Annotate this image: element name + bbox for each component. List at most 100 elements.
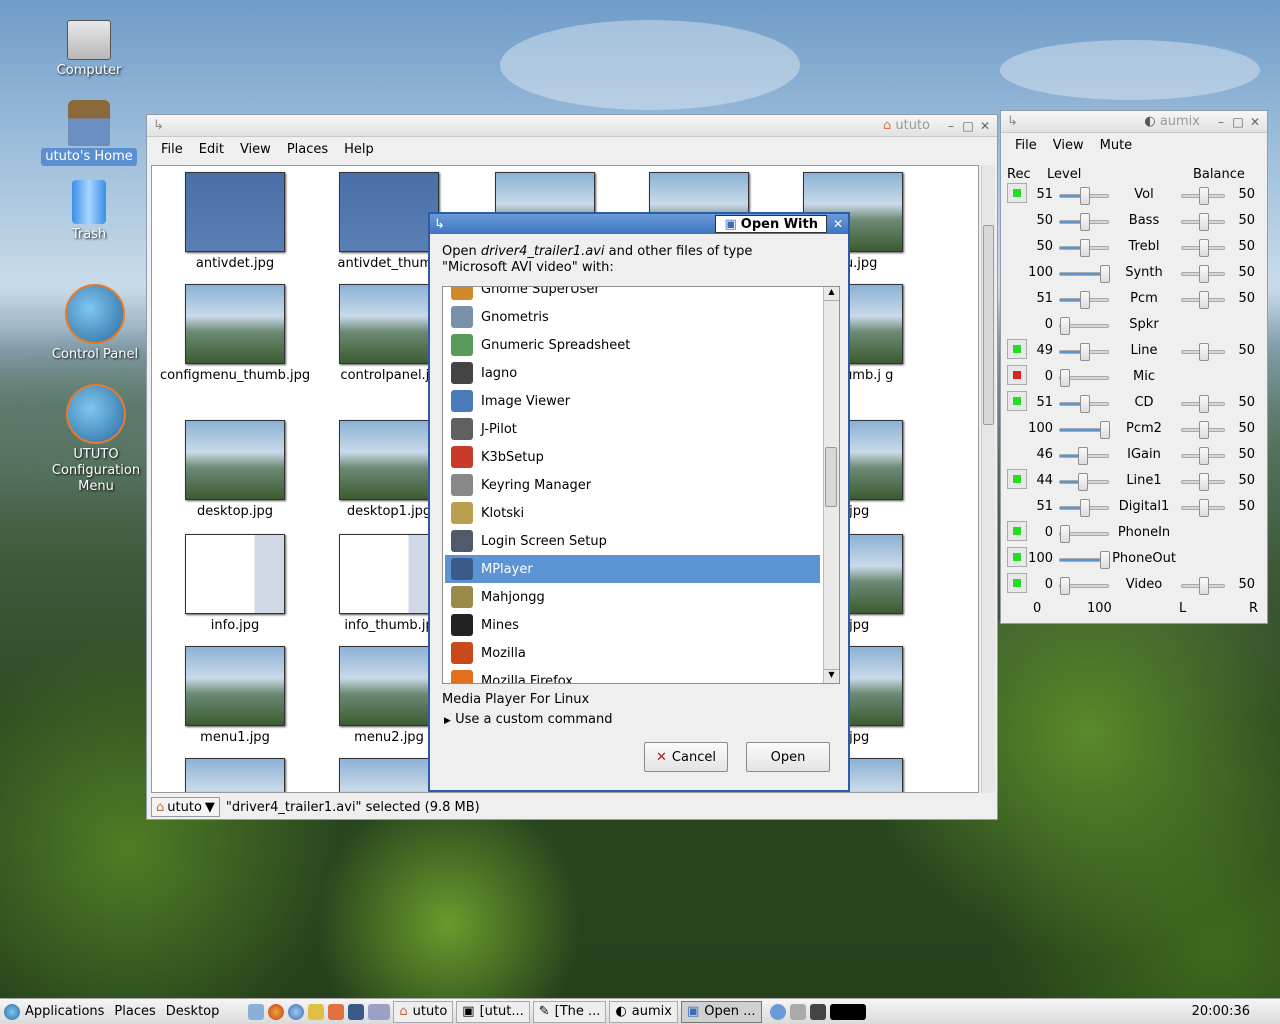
balance-slider[interactable] xyxy=(1181,447,1225,465)
balance-slider[interactable] xyxy=(1181,265,1225,283)
app-list-item[interactable]: Login Screen Setup xyxy=(445,527,820,555)
level-slider[interactable] xyxy=(1059,239,1109,257)
maximize-icon[interactable]: □ xyxy=(962,120,974,132)
window-menu-icon[interactable]: ↳ xyxy=(1007,114,1018,129)
home-icon[interactable] xyxy=(328,1003,345,1020)
desktop-icon-computer[interactable]: Computer xyxy=(34,20,144,80)
web-browser-icon[interactable] xyxy=(288,1003,305,1020)
level-slider[interactable] xyxy=(1059,213,1109,231)
app-list-item[interactable]: Mines xyxy=(445,611,820,639)
maximize-icon[interactable]: □ xyxy=(1232,116,1244,128)
desktop-icon-ututo-config[interactable]: UTUTO Configuration Menu xyxy=(40,384,152,496)
balance-slider[interactable] xyxy=(1181,213,1225,231)
file-item[interactable]: menu1.jpg xyxy=(160,646,310,746)
menu-help[interactable]: Help xyxy=(336,142,382,157)
file-item[interactable]: desktop.jpg xyxy=(160,420,310,520)
app-list-item[interactable]: Klotski xyxy=(445,499,820,527)
scroll-up-icon[interactable]: ▲ xyxy=(824,287,839,301)
close-icon[interactable]: ✕ xyxy=(979,120,991,132)
minimize-icon[interactable]: – xyxy=(1215,116,1227,128)
desktop-icon-trash[interactable]: Trash xyxy=(34,180,144,244)
location-button[interactable]: ⌂ ututo ▼ xyxy=(151,797,220,817)
close-icon[interactable]: ✕ xyxy=(832,218,844,230)
app-list-item[interactable]: Mahjongg xyxy=(445,583,820,611)
level-slider[interactable] xyxy=(1059,395,1109,413)
menu-edit[interactable]: Edit xyxy=(191,142,232,157)
level-slider[interactable] xyxy=(1059,265,1110,283)
task-editor[interactable]: ✎ [The ... xyxy=(532,1000,607,1023)
scrollbar-thumb[interactable] xyxy=(983,225,994,425)
scroll-down-icon[interactable]: ▼ xyxy=(824,669,839,683)
app-list-item[interactable]: Mozilla Firefox xyxy=(445,667,820,683)
balance-slider[interactable] xyxy=(1181,343,1225,361)
system-monitor-icon[interactable] xyxy=(829,1003,866,1020)
monitor-icon[interactable] xyxy=(809,1003,826,1020)
desktop-icon-home[interactable]: ututo's Home xyxy=(34,100,144,166)
level-slider[interactable] xyxy=(1059,525,1109,543)
clock[interactable]: 20:00:36 xyxy=(1192,1004,1250,1019)
scrollbar-thumb[interactable] xyxy=(825,447,837,507)
app-list-item[interactable]: Keyring Manager xyxy=(445,471,820,499)
level-slider[interactable] xyxy=(1059,187,1109,205)
desktop-icon-control-panel[interactable]: Control Panel xyxy=(40,284,150,364)
app-list-item[interactable]: Gnumeric Spreadsheet xyxy=(445,331,820,359)
file-item[interactable] xyxy=(160,758,310,792)
app-list-item[interactable]: Iagno xyxy=(445,359,820,387)
level-slider[interactable] xyxy=(1059,291,1109,309)
menu-view[interactable]: View xyxy=(232,142,279,157)
menu-places[interactable]: Places xyxy=(279,142,336,157)
menu-applications[interactable]: Applications xyxy=(20,1004,109,1019)
list-scrollbar[interactable]: ▲ ▼ xyxy=(823,287,839,683)
vertical-scrollbar[interactable] xyxy=(981,165,995,793)
balance-slider[interactable] xyxy=(1181,421,1225,439)
app-list-item[interactable]: MPlayer xyxy=(445,555,820,583)
menu-places[interactable]: Places xyxy=(109,1004,160,1019)
workspace-switcher-icon[interactable] xyxy=(368,1003,391,1020)
menu-desktop[interactable]: Desktop xyxy=(161,1004,225,1019)
balance-slider[interactable] xyxy=(1181,395,1225,413)
window-menu-icon[interactable]: ↳ xyxy=(434,217,445,232)
task-terminal[interactable]: ▣ [utut... xyxy=(456,1000,530,1023)
level-slider[interactable] xyxy=(1059,369,1109,387)
launcher-icon[interactable] xyxy=(248,1003,265,1020)
level-slider[interactable] xyxy=(1059,499,1109,517)
file-item[interactable]: configmenu_thumb.jpg xyxy=(160,284,310,384)
file-manager-titlebar[interactable]: ↳ ⌂ ututo – □ ✕ xyxy=(147,115,997,137)
terminal-icon[interactable] xyxy=(348,1003,365,1020)
menu-file[interactable]: File xyxy=(153,142,191,157)
search-icon[interactable] xyxy=(308,1003,325,1020)
level-slider[interactable] xyxy=(1059,317,1109,335)
aumix-titlebar[interactable]: ↳ ◐ aumix – □ ✕ xyxy=(1001,111,1267,133)
window-menu-icon[interactable]: ↳ xyxy=(153,118,164,133)
level-slider[interactable] xyxy=(1059,447,1109,465)
level-slider[interactable] xyxy=(1059,577,1109,595)
app-list-item[interactable]: K3bSetup xyxy=(445,443,820,471)
task-open-with[interactable]: ▣ Open ... xyxy=(680,1000,762,1023)
level-slider[interactable] xyxy=(1059,551,1110,569)
task-file-manager[interactable]: ⌂ ututo xyxy=(393,1000,454,1023)
custom-command-expander[interactable]: ▶ Use a custom command xyxy=(444,712,612,727)
open-button[interactable]: Open xyxy=(746,742,830,772)
network-icon[interactable] xyxy=(789,1003,806,1020)
menu-view[interactable]: View xyxy=(1045,138,1092,153)
level-slider[interactable] xyxy=(1059,421,1110,439)
file-item[interactable]: info.jpg xyxy=(160,534,310,634)
app-list-item[interactable]: Gnome SuperUser xyxy=(445,287,820,303)
level-slider[interactable] xyxy=(1059,473,1109,491)
balance-slider[interactable] xyxy=(1181,473,1225,491)
minimize-icon[interactable]: – xyxy=(945,120,957,132)
app-list-item[interactable]: Image Viewer xyxy=(445,387,820,415)
app-list-item[interactable]: Gnometris xyxy=(445,303,820,331)
balance-slider[interactable] xyxy=(1181,239,1225,257)
menu-file[interactable]: File xyxy=(1007,138,1045,153)
level-slider[interactable] xyxy=(1059,343,1109,361)
app-list-item[interactable]: Mozilla xyxy=(445,639,820,667)
balance-slider[interactable] xyxy=(1181,577,1225,595)
dialog-titlebar[interactable]: ↳ ▣ Open With ✕ xyxy=(430,214,848,234)
menu-mute[interactable]: Mute xyxy=(1092,138,1141,153)
firefox-icon[interactable] xyxy=(268,1003,285,1020)
close-icon[interactable]: ✕ xyxy=(1249,116,1261,128)
task-aumix[interactable]: ◐ aumix xyxy=(609,1000,678,1023)
balance-slider[interactable] xyxy=(1181,187,1225,205)
balance-slider[interactable] xyxy=(1181,291,1225,309)
